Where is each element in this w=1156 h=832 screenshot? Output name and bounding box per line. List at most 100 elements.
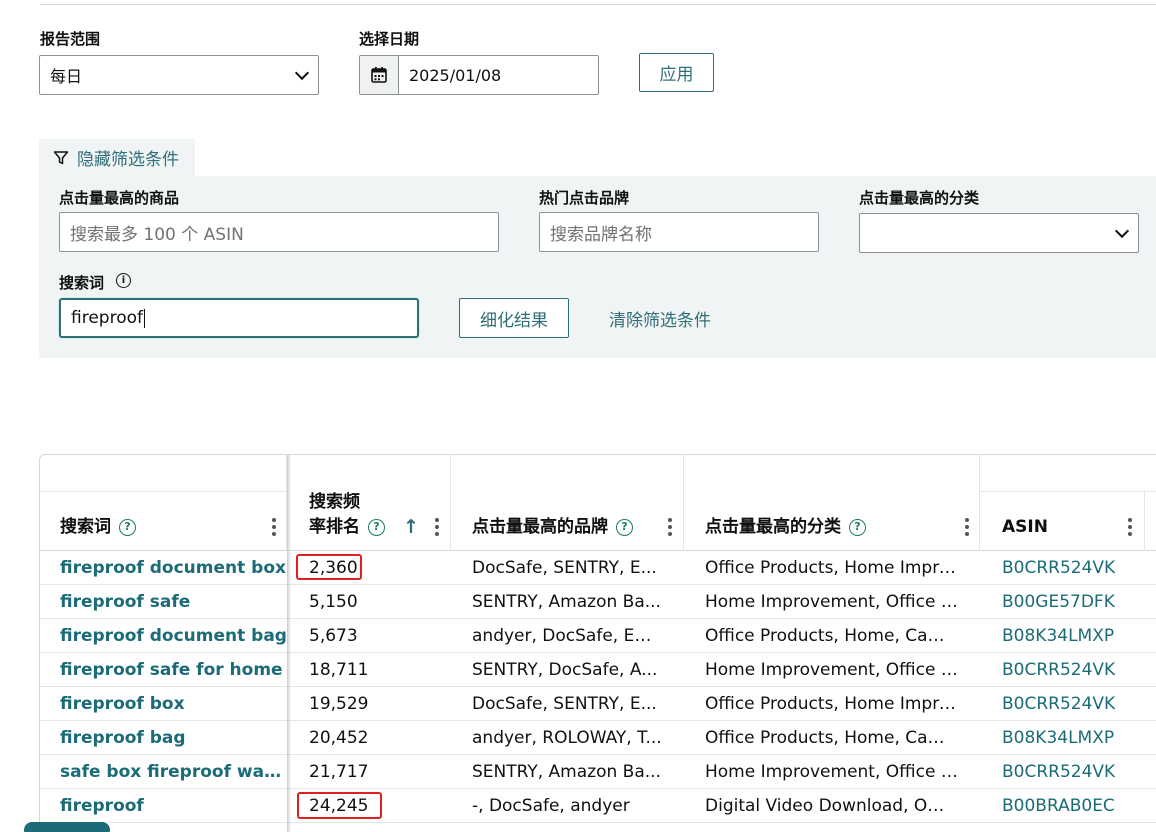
report-range-select[interactable]: 每日 xyxy=(39,55,319,95)
column-menu-icon[interactable] xyxy=(668,518,672,536)
date-label: 选择日期 xyxy=(359,30,420,48)
search-term-link[interactable]: fireproof bag xyxy=(60,721,288,755)
asin-link[interactable]: B00GE57DFK xyxy=(1002,585,1152,619)
sort-ascending-icon[interactable]: ↑ xyxy=(403,516,419,538)
refine-results-button[interactable]: 细化结果 xyxy=(459,298,569,338)
top-product-placeholder: 搜索最多 100 个 ASIN xyxy=(70,224,244,245)
asin-link[interactable]: B00GE57DFK xyxy=(1002,823,1152,832)
help-icon[interactable]: ? xyxy=(849,518,866,536)
asin-link[interactable]: B00BRAB0EC xyxy=(1002,789,1152,823)
table-row: safe box fireproof waterproof 21,717 SENTR… xyxy=(40,755,1156,789)
calendar-icon[interactable] xyxy=(360,56,399,94)
top-brand-input[interactable]: 搜索品牌名称 xyxy=(539,212,819,252)
search-rank-value: 19,529 xyxy=(309,694,369,714)
header-top-brand-label: 点击量最高的品牌 xyxy=(472,517,608,537)
header-search-term-label: 搜索词 xyxy=(60,517,111,537)
date-value: 2025/01/08 xyxy=(409,65,502,85)
help-icon[interactable]: ? xyxy=(368,518,385,536)
floating-feedback-button[interactable] xyxy=(24,822,110,832)
asin-link[interactable]: B0CRR524VK xyxy=(1002,653,1152,687)
top-category-value: Office Products, Home, Camera xyxy=(705,626,960,646)
search-term-link[interactable]: fireproof document bag xyxy=(60,619,288,653)
search-term-link[interactable]: safe box fireproof waterproof xyxy=(60,755,288,789)
report-range-label: 报告范围 xyxy=(40,30,101,48)
table-row: fireproof 24,245 -, DocSafe, andyer Digital… xyxy=(40,789,1156,823)
info-icon[interactable]: i xyxy=(116,273,131,288)
asin-link[interactable]: B08K34LMXP xyxy=(1002,619,1152,653)
header-top-category-label: 点击量最高的分类 xyxy=(705,517,841,537)
top-category-value: Home Improvement, Office Pr... xyxy=(705,823,960,832)
clear-filters-link[interactable]: 清除筛选条件 xyxy=(609,306,711,331)
header-search-term[interactable]: 搜索词? xyxy=(40,455,287,551)
top-brand-value: SENTRY, DocSafe, A... xyxy=(472,660,658,680)
highlight-box xyxy=(297,792,382,819)
search-term-link[interactable]: fireproof box xyxy=(60,687,288,721)
table-row: fireproof safe 5,150 SENTRY, Amazon Ba... H… xyxy=(40,585,1156,619)
header-asin-label: ASIN xyxy=(1002,517,1048,537)
text-caret xyxy=(143,308,145,328)
top-brand-placeholder: 搜索品牌名称 xyxy=(550,224,652,245)
top-category-value: Home Improvement, Office Pr... xyxy=(705,762,960,782)
header-rank-line1: 搜索频 xyxy=(309,492,360,512)
search-rank-value: 18,711 xyxy=(309,660,369,680)
top-brand-value: DocSafe, SENTRY, E... xyxy=(472,558,657,578)
top-category-value: Home Improvement, Office Pr... xyxy=(705,592,960,612)
search-term-input[interactable]: fireproof xyxy=(59,298,419,338)
top-category-value: Office Products, Home Improv... xyxy=(705,558,960,578)
search-term-link[interactable]: fireproof xyxy=(60,789,288,823)
search-rank-value: 26,052 xyxy=(309,823,449,832)
top-divider xyxy=(40,4,1156,5)
top-category-select[interactable] xyxy=(859,213,1139,253)
top-brand-value: SENTRY, Amazon Ba... xyxy=(472,592,661,612)
search-rank-value: 5,673 xyxy=(309,626,358,646)
header-search-rank[interactable]: 搜索频 率排名? ↑ xyxy=(287,455,451,551)
hide-filters-label: 隐藏筛选条件 xyxy=(77,150,179,170)
top-brand-value: andyer, ROLOWAY, T... xyxy=(472,728,662,748)
hide-filters-toggle[interactable]: 隐藏筛选条件 xyxy=(39,139,195,176)
asin-link[interactable]: B0CRR524VK xyxy=(1002,687,1152,721)
column-menu-icon[interactable] xyxy=(965,518,969,536)
search-term-link[interactable]: fireproof safe xyxy=(60,585,288,619)
asin-link[interactable]: B0CRR524VK xyxy=(1002,551,1152,585)
top-brand-label: 热门点击品牌 xyxy=(539,189,630,207)
top-brand-value: andyer, DocSafe, EN... xyxy=(472,626,662,646)
date-picker[interactable]: 2025/01/08 xyxy=(359,55,599,95)
top-category-value: Office Products, Home, Camera xyxy=(705,728,960,748)
header-top-category[interactable]: 点击量最高的分类? xyxy=(684,455,980,551)
report-range-value: 每日 xyxy=(50,67,83,86)
frozen-column-divider xyxy=(287,455,291,832)
table-row: fireproof document box 2,360 DocSafe, SENT… xyxy=(40,551,1156,585)
search-term-link[interactable]: fireproof safe for home xyxy=(60,653,288,687)
column-menu-icon[interactable] xyxy=(272,518,276,536)
search-rank-value: 21,717 xyxy=(309,762,369,782)
help-icon[interactable]: ? xyxy=(119,518,136,536)
top-category-value: Home Improvement, Office Pr... xyxy=(705,660,960,680)
chevron-down-icon xyxy=(294,65,310,81)
asin-link[interactable]: B0CRR524VK xyxy=(1002,755,1152,789)
search-rank-value: 20,452 xyxy=(309,728,369,748)
highlight-box xyxy=(296,554,362,580)
table-row: fireproof box 19,529 DocSafe, SENTRY, E...… xyxy=(40,687,1156,721)
header-top-brand[interactable]: 点击量最高的品牌? xyxy=(451,455,684,551)
search-term-value: fireproof xyxy=(71,308,143,328)
search-term-link[interactable]: fireproof document box xyxy=(60,551,288,585)
apply-button[interactable]: 应用 xyxy=(639,53,714,92)
top-category-value: Digital Video Download, Office... xyxy=(705,796,960,816)
filter-icon xyxy=(53,150,69,164)
top-product-input[interactable]: 搜索最多 100 个 ASIN xyxy=(59,212,499,252)
asin-link[interactable]: B08K34LMXP xyxy=(1002,721,1152,755)
top-brand-value: SENTRY, HONEYWELL... xyxy=(472,823,662,832)
column-menu-icon[interactable] xyxy=(1128,518,1132,536)
help-icon[interactable]: ? xyxy=(616,518,633,536)
results-table: 搜索词? 搜索频 率排名? ↑ 点击量最高的品牌? 点击量最高的分类? ASIN… xyxy=(39,454,1156,832)
table-row: fireproof safe for documents26,052SENTRY… xyxy=(40,823,1156,832)
header-asin[interactable]: ASIN xyxy=(980,455,1156,551)
column-menu-icon[interactable] xyxy=(435,518,439,536)
top-category-value: Office Products, Home Improv... xyxy=(705,694,960,714)
table-row: fireproof document bag 5,673 andyer, DocSa… xyxy=(40,619,1156,653)
top-category-label: 点击量最高的分类 xyxy=(859,189,980,207)
top-brand-value: -, DocSafe, andyer xyxy=(472,796,630,816)
search-rank-value: 5,150 xyxy=(309,592,358,612)
header-rank-line2: 率排名 xyxy=(309,517,360,537)
top-brand-value: DocSafe, SENTRY, E... xyxy=(472,694,657,714)
